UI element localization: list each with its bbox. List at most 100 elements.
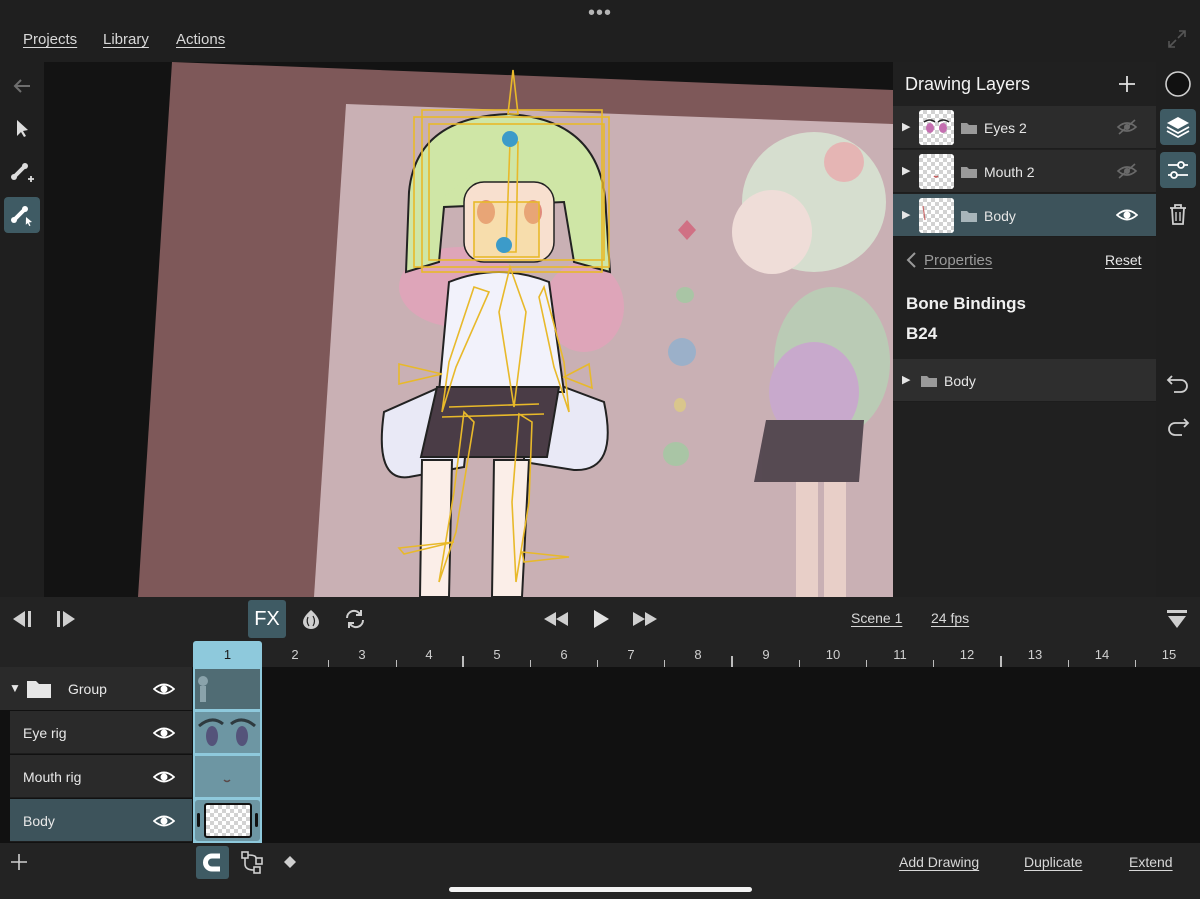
drag-handle-right[interactable]: [255, 813, 258, 827]
frame-number: 8: [694, 647, 702, 662]
add-bone-icon[interactable]: [4, 154, 40, 190]
folder-icon: [961, 167, 977, 178]
eye-icon[interactable]: [153, 680, 175, 698]
layer-row-eyes-2[interactable]: ▶ Eyes 2: [893, 106, 1156, 149]
frame-number: 3: [358, 647, 366, 662]
scene-selector[interactable]: Scene 1: [851, 610, 902, 626]
reset-button[interactable]: Reset: [1105, 252, 1142, 268]
drawing-layers-panel: Drawing Layers ▶ Eyes 2 ▶ Mouth 2 ▶ Body: [893, 62, 1156, 597]
eye-icon[interactable]: [153, 768, 175, 786]
duplicate-button[interactable]: Duplicate: [1024, 854, 1082, 870]
expand-triangle-icon[interactable]: ▶: [902, 208, 910, 221]
collapse-triangle-icon[interactable]: ▼: [9, 681, 21, 695]
frame-number: 12: [959, 647, 975, 662]
binding-row-body[interactable]: ▶ Body: [893, 359, 1156, 402]
tick: [799, 660, 800, 667]
keyframe-diamond-icon[interactable]: [283, 855, 297, 869]
tick: [328, 660, 329, 667]
fx-button[interactable]: FX: [248, 600, 286, 638]
expand-triangle-icon[interactable]: ▶: [902, 373, 910, 386]
chevron-left-icon[interactable]: [905, 251, 917, 269]
frame-cell-group[interactable]: [195, 669, 260, 709]
track-group[interactable]: ▼ Group: [0, 667, 192, 710]
path-nodes-icon[interactable]: [240, 850, 264, 874]
current-frame-number: 1: [223, 647, 232, 662]
menu-actions[interactable]: Actions: [176, 31, 225, 48]
frame-cell-mouth-rig[interactable]: [195, 756, 260, 797]
undo-icon[interactable]: [1160, 365, 1196, 401]
track-body[interactable]: Body: [10, 799, 192, 842]
frame-cell-body[interactable]: [195, 800, 260, 841]
loop-icon[interactable]: [343, 607, 367, 631]
color-circle-icon[interactable]: [1160, 66, 1196, 102]
expand-triangle-icon[interactable]: ▶: [902, 120, 910, 133]
tick: [1135, 660, 1136, 667]
current-frame-marker[interactable]: 1: [193, 641, 262, 667]
folder-icon: [921, 376, 937, 387]
frame-number: 6: [560, 647, 568, 662]
eye-hidden-icon[interactable]: [1116, 118, 1138, 136]
menu-projects[interactable]: Projects: [23, 31, 77, 48]
frame-number: 14: [1094, 647, 1110, 662]
tick: [462, 656, 464, 667]
frame-cell-eye-rig[interactable]: [195, 712, 260, 753]
play-icon[interactable]: [591, 608, 611, 630]
folder-icon: [961, 211, 977, 222]
select-pointer-icon[interactable]: [4, 110, 40, 146]
track-mouth-rig[interactable]: Mouth rig: [10, 755, 192, 798]
eye-icon[interactable]: [153, 812, 175, 830]
tick: [664, 660, 665, 667]
timeline-ruler[interactable]: 2 3 4 5 6 7 8 9 10 11 12 13 14 15: [262, 641, 1200, 667]
properties-back-link[interactable]: Properties: [924, 252, 992, 269]
bone-name: B24: [906, 324, 938, 343]
drawing-canvas[interactable]: [44, 62, 893, 597]
extend-button[interactable]: Extend: [1129, 854, 1173, 870]
frame-number: 7: [627, 647, 635, 662]
add-track-icon[interactable]: [10, 853, 28, 871]
home-indicator[interactable]: [449, 887, 752, 892]
layer-name: Mouth 2: [984, 164, 1035, 180]
onion-skin-icon[interactable]: [299, 607, 323, 631]
right-toolbar: [1156, 62, 1200, 597]
tick: [1068, 660, 1069, 667]
collapse-timeline-icon[interactable]: [1165, 607, 1189, 631]
back-arrow-icon[interactable]: [4, 68, 40, 104]
trash-icon[interactable]: [1160, 196, 1196, 232]
layers-icon[interactable]: [1160, 109, 1196, 145]
layer-name: Eyes 2: [984, 120, 1027, 136]
body-frame-thumbnail: [204, 803, 252, 838]
track-name: Mouth rig: [23, 769, 82, 785]
bone-bindings-title: Bone Bindings: [906, 294, 1026, 313]
adjust-sliders-icon[interactable]: [1160, 152, 1196, 188]
track-name: Eye rig: [23, 725, 67, 741]
magnet-snap-icon[interactable]: [196, 846, 229, 879]
frame-number: 4: [425, 647, 433, 662]
track-eye-rig[interactable]: Eye rig: [10, 711, 192, 754]
frame-number: 11: [893, 647, 907, 662]
fps-selector[interactable]: 24 fps: [931, 610, 969, 626]
next-frame-icon[interactable]: [55, 609, 79, 629]
layer-row-mouth-2[interactable]: ▶ Mouth 2: [893, 150, 1156, 193]
tick: [396, 660, 397, 667]
eye-icon[interactable]: [153, 724, 175, 742]
eye-hidden-icon[interactable]: [1116, 162, 1138, 180]
tick: [731, 656, 733, 667]
redo-icon[interactable]: [1160, 408, 1196, 444]
bone-edit-icon[interactable]: [4, 197, 40, 233]
drag-handle-left[interactable]: [197, 813, 200, 827]
rewind-icon[interactable]: [542, 610, 570, 628]
menu-library[interactable]: Library: [103, 31, 149, 48]
fast-forward-icon[interactable]: [631, 610, 659, 628]
track-name: Body: [23, 813, 55, 829]
layer-row-body[interactable]: ▶ Body: [893, 194, 1156, 237]
layer-thumbnail: [919, 198, 954, 233]
layer-name: Body: [984, 208, 1016, 224]
add-layer-icon[interactable]: [1117, 74, 1137, 94]
add-drawing-button[interactable]: Add Drawing: [899, 854, 979, 870]
previous-frame-icon[interactable]: [9, 609, 33, 629]
expand-triangle-icon[interactable]: ▶: [902, 164, 910, 177]
more-dots-icon[interactable]: •••: [588, 2, 612, 25]
eye-icon[interactable]: [1116, 206, 1138, 224]
left-toolbar: [0, 62, 44, 597]
expand-icon[interactable]: [1166, 28, 1188, 50]
